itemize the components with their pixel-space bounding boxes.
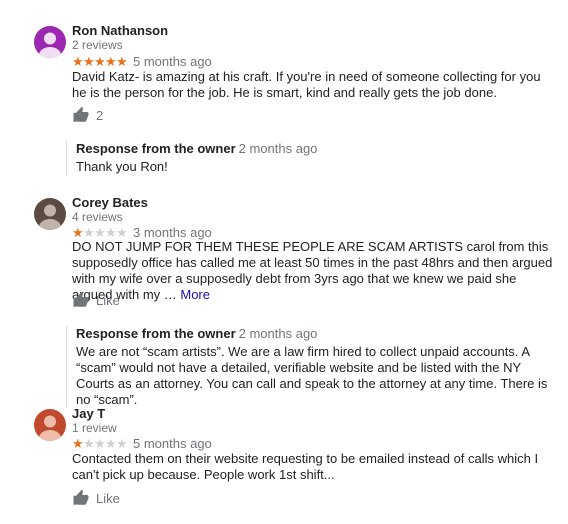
- thumbs-up-icon: [73, 106, 89, 122]
- avatar[interactable]: [34, 409, 66, 441]
- review-time: 5 months ago: [133, 435, 212, 451]
- star-icon: ★: [83, 53, 95, 69]
- rating-line: ★ ★ ★ ★ ★ 3 months ago: [72, 224, 212, 240]
- rating-line: ★ ★ ★ ★ ★ 5 months ago: [72, 53, 212, 69]
- review-text: DO NOT JUMP FOR THEM THESE PEOPLE ARE SC…: [72, 239, 556, 303]
- reviewer-name[interactable]: Jay T: [72, 406, 105, 421]
- star-rating: ★ ★ ★ ★ ★: [72, 224, 128, 240]
- reviewer-name[interactable]: Ron Nathanson: [72, 23, 168, 38]
- star-icon: ★: [83, 224, 95, 240]
- star-icon: ★: [105, 224, 117, 240]
- like-button[interactable]: Like: [72, 291, 120, 309]
- star-rating: ★ ★ ★ ★ ★: [72, 53, 128, 69]
- avatar[interactable]: [34, 198, 66, 230]
- star-icon: ★: [116, 435, 128, 451]
- star-icon: ★: [83, 435, 95, 451]
- like-button[interactable]: Like: [72, 489, 120, 507]
- thumbs-up-icon: [73, 291, 89, 307]
- response-time: 2 months ago: [238, 141, 318, 156]
- more-link[interactable]: More: [180, 287, 210, 302]
- response-title: Response from the owner: [76, 141, 236, 156]
- star-icon: ★: [116, 224, 128, 240]
- star-icon: ★: [105, 53, 117, 69]
- review-text: David Katz- is amazing at his craft. If …: [72, 69, 541, 100]
- review-text: Contacted them on their website requesti…: [72, 451, 539, 482]
- star-icon: ★: [94, 435, 106, 451]
- review-time: 5 months ago: [133, 53, 212, 69]
- reviewer-name[interactable]: Corey Bates: [72, 195, 148, 210]
- star-icon: ★: [72, 224, 84, 240]
- response-time: 2 months ago: [238, 326, 318, 341]
- star-icon: ★: [116, 53, 128, 69]
- reviewer-review-count[interactable]: 1 review: [72, 421, 117, 435]
- star-icon: ★: [72, 435, 84, 451]
- rating-line: ★ ★ ★ ★ ★ 5 months ago: [72, 435, 212, 451]
- thumbs-up-icon: [73, 489, 89, 505]
- review-time: 3 months ago: [133, 224, 212, 240]
- star-rating: ★ ★ ★ ★ ★: [72, 435, 128, 451]
- star-icon: ★: [94, 224, 106, 240]
- like-label: Like: [96, 490, 120, 506]
- owner-response: Response from the owner 2 months ago Than…: [66, 141, 568, 175]
- like-button[interactable]: 2: [72, 106, 103, 124]
- response-text: We are not “scam artists”. We are a law …: [76, 344, 548, 407]
- star-icon: ★: [72, 53, 84, 69]
- star-icon: ★: [94, 53, 106, 69]
- owner-response: Response from the owner 2 months ago We a…: [66, 326, 568, 408]
- avatar[interactable]: [34, 26, 66, 58]
- like-count: 2: [96, 107, 104, 123]
- review-text-body: DO NOT JUMP FOR THEM THESE PEOPLE ARE SC…: [72, 239, 553, 302]
- reviewer-review-count[interactable]: 2 reviews: [72, 38, 123, 52]
- response-text: Thank you Ron!: [76, 159, 168, 174]
- like-label: Like: [96, 292, 120, 308]
- response-title: Response from the owner: [76, 326, 236, 341]
- star-icon: ★: [105, 435, 117, 451]
- reviewer-review-count[interactable]: 4 reviews: [72, 210, 123, 224]
